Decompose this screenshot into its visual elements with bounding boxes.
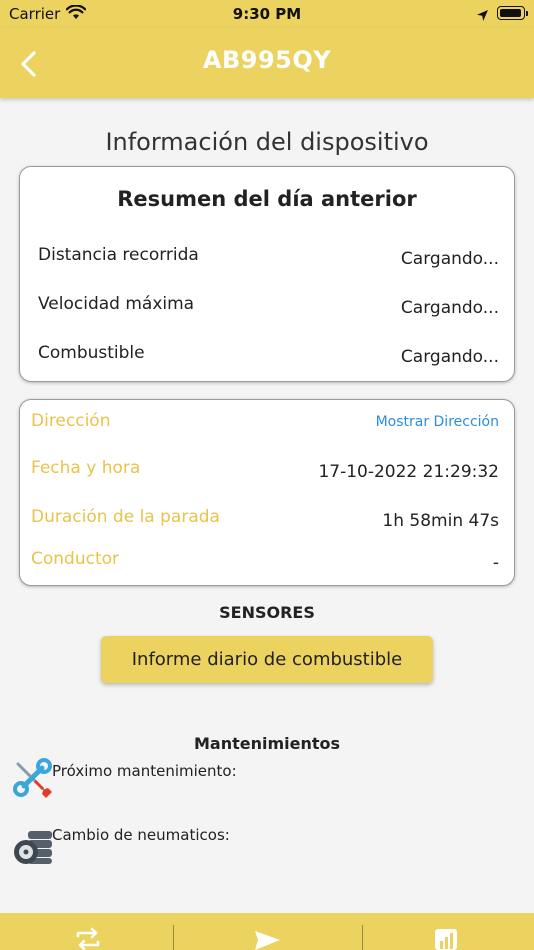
row-label: Fecha y hora — [31, 458, 141, 478]
section-title: Información del dispositivo — [105, 128, 429, 156]
row-value: - — [492, 553, 499, 573]
send-icon — [255, 931, 280, 950]
row-value: 1h 58min 47s — [382, 511, 499, 531]
summary-card: Resumen del día anterior Distancia recor… — [19, 166, 515, 382]
tab-divider — [173, 925, 174, 950]
page-title: AB995QY — [202, 46, 332, 74]
maintenance-title: Mantenimientos — [193, 734, 341, 753]
location-arrow-icon — [476, 7, 489, 26]
row-value: Cargando... — [400, 249, 499, 269]
tab-divider — [362, 925, 363, 950]
row-label: Distancia recorrida — [38, 245, 199, 265]
row-label: Dirección — [31, 411, 111, 431]
info-row-datetime: Fecha y hora 17-10-2022 21:29:32 — [20, 458, 514, 484]
tab-bar — [0, 913, 534, 950]
maintenance-next-label: Próximo mantenimiento: — [52, 762, 237, 780]
info-card: Dirección Mostrar Dirección Fecha y hora… — [19, 399, 515, 586]
bar-chart-icon — [435, 929, 457, 950]
tab-repeat[interactable] — [74, 927, 102, 950]
battery-icon — [497, 6, 528, 20]
repeat-icon — [76, 927, 100, 950]
row-label: Conductor — [31, 549, 120, 569]
info-row-stop-duration: Duración de la parada 1h 58min 47s — [20, 507, 514, 533]
wrench-screwdriver-icon — [12, 758, 54, 800]
fuel-report-button[interactable]: Informe diario de combustible — [101, 636, 433, 683]
tab-reports[interactable] — [433, 927, 461, 950]
row-value: Cargando... — [400, 347, 499, 367]
row-label: Duración de la parada — [31, 507, 220, 527]
info-row-driver: Conductor - — [20, 549, 514, 575]
summary-row-distance: Distancia recorrida Cargando... — [20, 245, 514, 271]
row-value: Cargando... — [400, 298, 499, 318]
summary-row-max-speed: Velocidad máxima Cargando... — [20, 294, 514, 320]
tire-icon — [12, 822, 54, 864]
row-value: 17-10-2022 21:29:32 — [318, 462, 499, 482]
tab-send[interactable] — [253, 927, 281, 950]
info-row-address: Dirección Mostrar Dirección — [20, 411, 514, 437]
nav-bar: AB995QY — [0, 28, 534, 98]
show-address-link[interactable]: Mostrar Dirección — [376, 414, 499, 430]
summary-title: Resumen del día anterior — [117, 187, 417, 211]
status-time: 9:30 PM — [232, 5, 302, 23]
maintenance-tyres-label: Cambio de neumaticos: — [52, 826, 230, 844]
summary-row-fuel: Combustible Cargando... — [20, 343, 514, 369]
row-label: Velocidad máxima — [38, 294, 195, 314]
row-label: Combustible — [38, 343, 145, 363]
sensors-title: SENSORES — [219, 603, 315, 622]
status-bar: Carrier 9:30 PM — [0, 0, 534, 28]
